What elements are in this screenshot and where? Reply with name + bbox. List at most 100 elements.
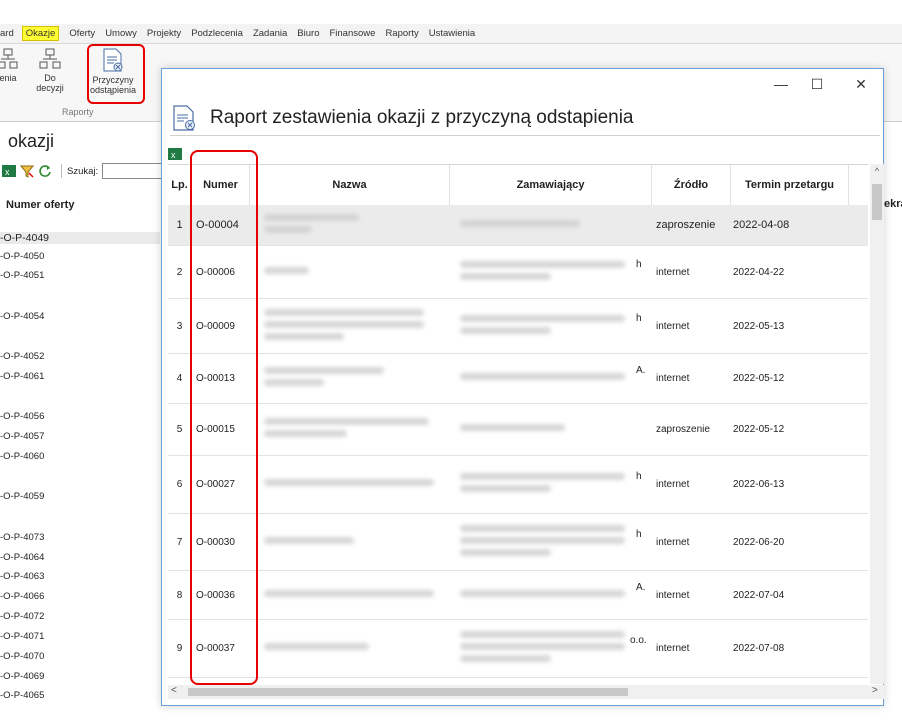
report-icon (172, 105, 196, 134)
background-list-row[interactable]: -O-P-4060 (0, 451, 44, 462)
right-column-header: ekra (884, 198, 902, 210)
redacted-nazwa-text (264, 418, 429, 425)
menu-item-oferty[interactable]: Oferty (69, 28, 95, 39)
table-row[interactable]: 4 O-00013 internet 2022-05-12 A. (168, 354, 868, 404)
column-header-nazwa[interactable]: Nazwa (250, 165, 450, 205)
background-list-row[interactable]: -O-P-4049 (0, 232, 160, 244)
row-zrodlo-cell: zaproszenie (656, 219, 716, 231)
menu-item-okazje[interactable]: Okazje (21, 26, 60, 41)
row-termin-cell: 2022-05-13 (733, 320, 785, 332)
zamawiajacy-visible-tail: o.o. (630, 635, 647, 646)
title-separator (170, 135, 880, 136)
row-lp-cell: 10 (168, 678, 191, 684)
menu-item-umowy[interactable]: Umowy (105, 28, 137, 39)
background-list-row[interactable]: -O-P-4061 (0, 371, 44, 382)
search-input[interactable] (102, 163, 163, 179)
table-row[interactable]: 8 O-00036 internet 2022-07-04 A. (168, 571, 868, 620)
search-label: Szukaj: (67, 165, 99, 177)
vertical-scrollbar[interactable]: ^ (870, 164, 884, 684)
table-row[interactable]: 5 O-00015 zaproszenie 2022-05-12 (168, 404, 868, 456)
redacted-nazwa-text (264, 225, 312, 233)
numer-oferty-column-header[interactable]: Numer oferty (6, 199, 74, 211)
redacted-zamawiajacy-text (460, 485, 551, 492)
zamawiajacy-visible-tail: h (636, 528, 642, 540)
redacted-nazwa-text (264, 332, 344, 340)
redacted-zamawiajacy-text (460, 326, 551, 334)
menu-item-finansowe[interactable]: Finansowe (329, 28, 375, 39)
ribbon-group-label: Raporty (62, 107, 94, 117)
redacted-zamawiajacy-text (460, 373, 625, 380)
table-row[interactable]: 2 O-00006 internet 2022-04-22 h (168, 246, 868, 299)
row-zrodlo-cell: internet (656, 589, 690, 601)
menu-item-dashboard[interactable]: ard (0, 28, 14, 39)
ribbon-button-partial[interactable]: enia (0, 48, 20, 106)
row-zrodlo-cell: internet (656, 643, 690, 654)
redacted-zamawiajacy-text (460, 655, 551, 662)
background-list-row[interactable]: -O-P-4072 (0, 611, 44, 622)
maximize-button[interactable]: ☐ (802, 73, 832, 95)
column-header-zamawiajacy[interactable]: Zamawiający (450, 165, 652, 205)
row-lp-cell: 4 (176, 373, 183, 384)
row-zrodlo-cell: internet (656, 479, 690, 490)
column-header-lp[interactable]: Lp. (168, 165, 192, 205)
vertical-scroll-thumb[interactable] (872, 184, 882, 220)
redacted-nazwa-text (264, 589, 434, 597)
column-header-termin-przetargu[interactable]: Termin przetargu (731, 165, 849, 205)
excel-export-icon[interactable]: x (168, 147, 182, 161)
refresh-icon[interactable] (38, 164, 52, 178)
org-chart-icon (0, 48, 18, 69)
minimize-button[interactable]: — (766, 73, 796, 95)
table-row[interactable]: 1 O-00004 zaproszenie 2022-04-08 (168, 205, 868, 246)
background-list-row[interactable]: -O-P-4071 (0, 631, 44, 642)
do-decyzji-button[interactable]: Do decyzji (30, 48, 70, 106)
excel-icon[interactable]: x (2, 164, 16, 178)
redacted-nazwa-text (264, 536, 354, 544)
row-termin-cell: 2022-06-20 (733, 536, 785, 548)
table-row[interactable]: 10O-00038zaproszenie2022-06-14 (168, 678, 868, 684)
zamawiajacy-visible-tail: A. (636, 365, 646, 376)
menu-item-podzlecenia[interactable]: Podzlecenia (191, 28, 243, 39)
table-row[interactable]: 9 O-00037 internet 2022-07-08 o.o. (168, 620, 868, 678)
menu-item-biuro[interactable]: Biuro (297, 28, 319, 39)
close-button[interactable]: ✕ (846, 73, 876, 95)
background-list-row[interactable]: -O-P-4063 (0, 571, 44, 582)
menu-item-raporty[interactable]: Raporty (385, 28, 418, 39)
scroll-right-arrow-icon[interactable]: > (872, 685, 878, 696)
menu-item-projekty[interactable]: Projekty (147, 28, 181, 39)
menu-item-zadania[interactable]: Zadania (253, 28, 287, 39)
row-termin-cell: 2022-06-13 (733, 479, 785, 490)
background-list-row[interactable]: -O-P-4073 (0, 532, 44, 543)
horizontal-scrollbar[interactable]: < > (168, 685, 884, 699)
row-zrodlo-cell: zaproszenie (656, 424, 710, 435)
background-list-row[interactable]: -O-P-4050 (0, 251, 44, 262)
background-list-row[interactable]: -O-P-4065 (0, 690, 44, 701)
redacted-nazwa-text (264, 308, 424, 316)
scroll-left-arrow-icon[interactable]: < (171, 685, 177, 696)
background-list-row[interactable]: -O-P-4064 (0, 552, 44, 563)
background-list-row[interactable]: -O-P-4069 (0, 671, 44, 682)
background-list-row[interactable]: -O-P-4066 (0, 591, 44, 602)
table-row[interactable]: 6 O-00027 internet 2022-06-13 h (168, 456, 868, 514)
row-lp-cell: 6 (176, 479, 183, 490)
table-row[interactable]: 7 O-00030 internet 2022-06-20 h (168, 514, 868, 571)
column-header-zrodlo[interactable]: Źródło (652, 165, 731, 205)
table-row[interactable]: 3 O-00009 internet 2022-05-13 h (168, 299, 868, 354)
redacted-zamawiajacy-text (460, 631, 625, 638)
background-list-row[interactable]: -O-P-4057 (0, 431, 44, 442)
report-grid: Lp. Numer Nazwa Zamawiający Źródło Termi… (168, 164, 868, 684)
redacted-nazwa-text (264, 479, 434, 486)
background-list-row[interactable]: -O-P-4054 (0, 311, 44, 322)
filter-clear-icon[interactable] (19, 164, 35, 178)
horizontal-scroll-thumb[interactable] (188, 688, 628, 696)
zamawiajacy-visible-tail: A. (636, 581, 646, 593)
background-list-row[interactable]: -O-P-4056 (0, 411, 44, 422)
background-list-row[interactable]: -O-P-4070 (0, 651, 44, 662)
row-termin-cell: 2022-05-12 (733, 424, 785, 435)
background-list-row[interactable]: -O-P-4059 (0, 491, 44, 502)
redacted-zamawiajacy-text (460, 424, 565, 431)
ribbon-button-label: enia (0, 73, 17, 83)
menu-item-ustawienia[interactable]: Ustawienia (429, 28, 475, 39)
background-list-row[interactable]: -O-P-4051 (0, 270, 44, 281)
background-list-row[interactable]: -O-P-4052 (0, 351, 44, 362)
scroll-up-arrow-icon[interactable]: ^ (870, 166, 884, 176)
